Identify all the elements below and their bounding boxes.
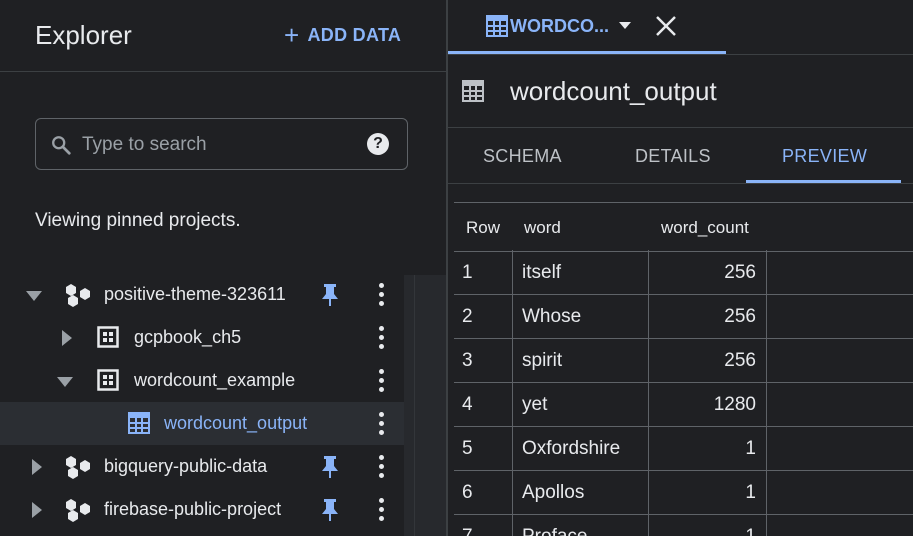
cell-word: yet bbox=[522, 394, 548, 415]
divider bbox=[448, 127, 913, 128]
project-icon bbox=[66, 456, 90, 479]
table-row: 7 Proface 1 bbox=[454, 515, 913, 536]
more-options-icon[interactable] bbox=[377, 453, 385, 481]
tree-item-project[interactable]: firebase-public-project bbox=[0, 488, 404, 531]
tree-item-label: bigquery-public-data bbox=[104, 456, 268, 476]
editor-tab-label: WORDCO... bbox=[510, 16, 609, 36]
horizontal-resize-strip[interactable] bbox=[404, 275, 446, 536]
tab-details[interactable]: DETAILS bbox=[635, 146, 711, 167]
tree-item-dataset[interactable]: gcpbook_ch5 bbox=[0, 316, 404, 359]
collapse-arrow-icon[interactable] bbox=[57, 377, 73, 387]
table-header: Row word word_count bbox=[454, 202, 913, 252]
dataset-icon bbox=[97, 369, 119, 391]
explorer-title: Explorer bbox=[35, 20, 132, 50]
explorer-panel: Explorer + ADD DATA ? Viewing pinned pro… bbox=[0, 0, 446, 536]
dataset-icon bbox=[97, 326, 119, 348]
help-icon[interactable]: ? bbox=[367, 133, 389, 155]
collapse-arrow-icon[interactable] bbox=[26, 291, 42, 301]
column-header-row[interactable]: Row bbox=[466, 218, 500, 238]
cell-word-count: 1 bbox=[745, 438, 756, 459]
expand-arrow-icon[interactable] bbox=[62, 330, 72, 346]
search-input[interactable] bbox=[80, 132, 364, 158]
more-options-icon[interactable] bbox=[377, 496, 385, 524]
table-row: 1 itself 256 bbox=[454, 251, 913, 295]
tree-item-label: wordcount_output bbox=[164, 413, 308, 433]
more-options-icon[interactable] bbox=[377, 324, 385, 352]
project-icon bbox=[66, 284, 90, 307]
table-row: 2 Whose 256 bbox=[454, 295, 913, 339]
add-data-label: ADD DATA bbox=[307, 24, 402, 45]
active-tab-indicator bbox=[448, 51, 726, 54]
table-row: 3 spirit 256 bbox=[454, 339, 913, 383]
column-header-word[interactable]: word bbox=[524, 218, 561, 238]
strip-divider bbox=[414, 275, 415, 536]
tab-schema[interactable]: SCHEMA bbox=[483, 146, 562, 167]
table-title: wordcount_output bbox=[510, 76, 717, 106]
tree-item-project[interactable]: bigquery-public-data bbox=[0, 445, 404, 488]
expand-arrow-icon[interactable] bbox=[32, 459, 42, 475]
editor-tab-bar: WORDCO... bbox=[448, 0, 913, 55]
divider bbox=[448, 183, 913, 184]
pin-icon[interactable] bbox=[321, 455, 339, 479]
table-row: 4 yet 1280 bbox=[454, 383, 913, 427]
cell-row: 3 bbox=[462, 350, 473, 371]
tree-item-project[interactable]: positive-theme-323611 bbox=[0, 273, 404, 316]
expand-arrow-icon[interactable] bbox=[32, 502, 42, 518]
pin-icon[interactable] bbox=[321, 283, 339, 307]
search-box[interactable]: ? bbox=[35, 118, 408, 170]
cell-row: 4 bbox=[462, 394, 473, 415]
table-row: 5 Oxfordshire 1 bbox=[454, 427, 913, 471]
more-options-icon[interactable] bbox=[377, 410, 385, 438]
cell-word: Proface bbox=[522, 515, 587, 536]
divider bbox=[0, 71, 446, 72]
cell-row: 2 bbox=[462, 306, 473, 327]
project-icon bbox=[66, 499, 90, 522]
cell-word: spirit bbox=[522, 350, 563, 371]
cell-word-count: 1 bbox=[649, 515, 756, 536]
table-row: 6 Apollos 1 bbox=[454, 471, 913, 515]
tree-item-label: firebase-public-project bbox=[104, 499, 282, 519]
column-header-word-count[interactable]: word_count bbox=[661, 218, 749, 238]
cell-word-count: 256 bbox=[724, 350, 756, 371]
cell-word-count: 256 bbox=[724, 306, 756, 327]
pin-icon[interactable] bbox=[321, 498, 339, 522]
editor-tab[interactable]: WORDCO... bbox=[448, 0, 726, 54]
add-data-button[interactable]: + ADD DATA bbox=[284, 22, 401, 48]
tree-item-label: positive-theme-323611 bbox=[104, 284, 286, 304]
close-icon[interactable] bbox=[653, 13, 679, 39]
cell-row: 7 bbox=[462, 515, 473, 536]
cell-row: 1 bbox=[462, 262, 473, 283]
search-icon bbox=[52, 136, 71, 155]
more-options-icon[interactable] bbox=[377, 367, 385, 395]
table-icon bbox=[462, 80, 484, 102]
pinned-projects-note: Viewing pinned projects. bbox=[35, 210, 241, 231]
cell-word: Whose bbox=[522, 306, 582, 327]
cell-word-count: 256 bbox=[724, 262, 756, 283]
cell-word-count: 1 bbox=[745, 482, 756, 503]
cell-word: itself bbox=[522, 262, 562, 283]
more-options-icon[interactable] bbox=[377, 281, 385, 309]
table-icon bbox=[486, 15, 508, 37]
table-panel: WORDCO... wordcount_output SCHEMA DETAIL… bbox=[448, 0, 913, 536]
plus-icon: + bbox=[284, 20, 300, 50]
cell-word-count: 1280 bbox=[713, 394, 756, 415]
tree-item-label: wordcount_example bbox=[134, 370, 296, 390]
tree-item-label: gcpbook_ch5 bbox=[134, 327, 242, 347]
cell-row: 5 bbox=[462, 438, 473, 459]
cell-word: Oxfordshire bbox=[522, 438, 621, 459]
table-icon bbox=[128, 412, 150, 434]
cell-row: 6 bbox=[462, 482, 473, 503]
tree-item-table[interactable]: wordcount_output bbox=[0, 402, 404, 445]
tab-preview[interactable]: PREVIEW bbox=[782, 146, 867, 167]
tab-menu-caret-icon[interactable] bbox=[619, 22, 631, 29]
tree-item-dataset[interactable]: wordcount_example bbox=[0, 359, 404, 402]
cell-word: Apollos bbox=[522, 482, 585, 503]
